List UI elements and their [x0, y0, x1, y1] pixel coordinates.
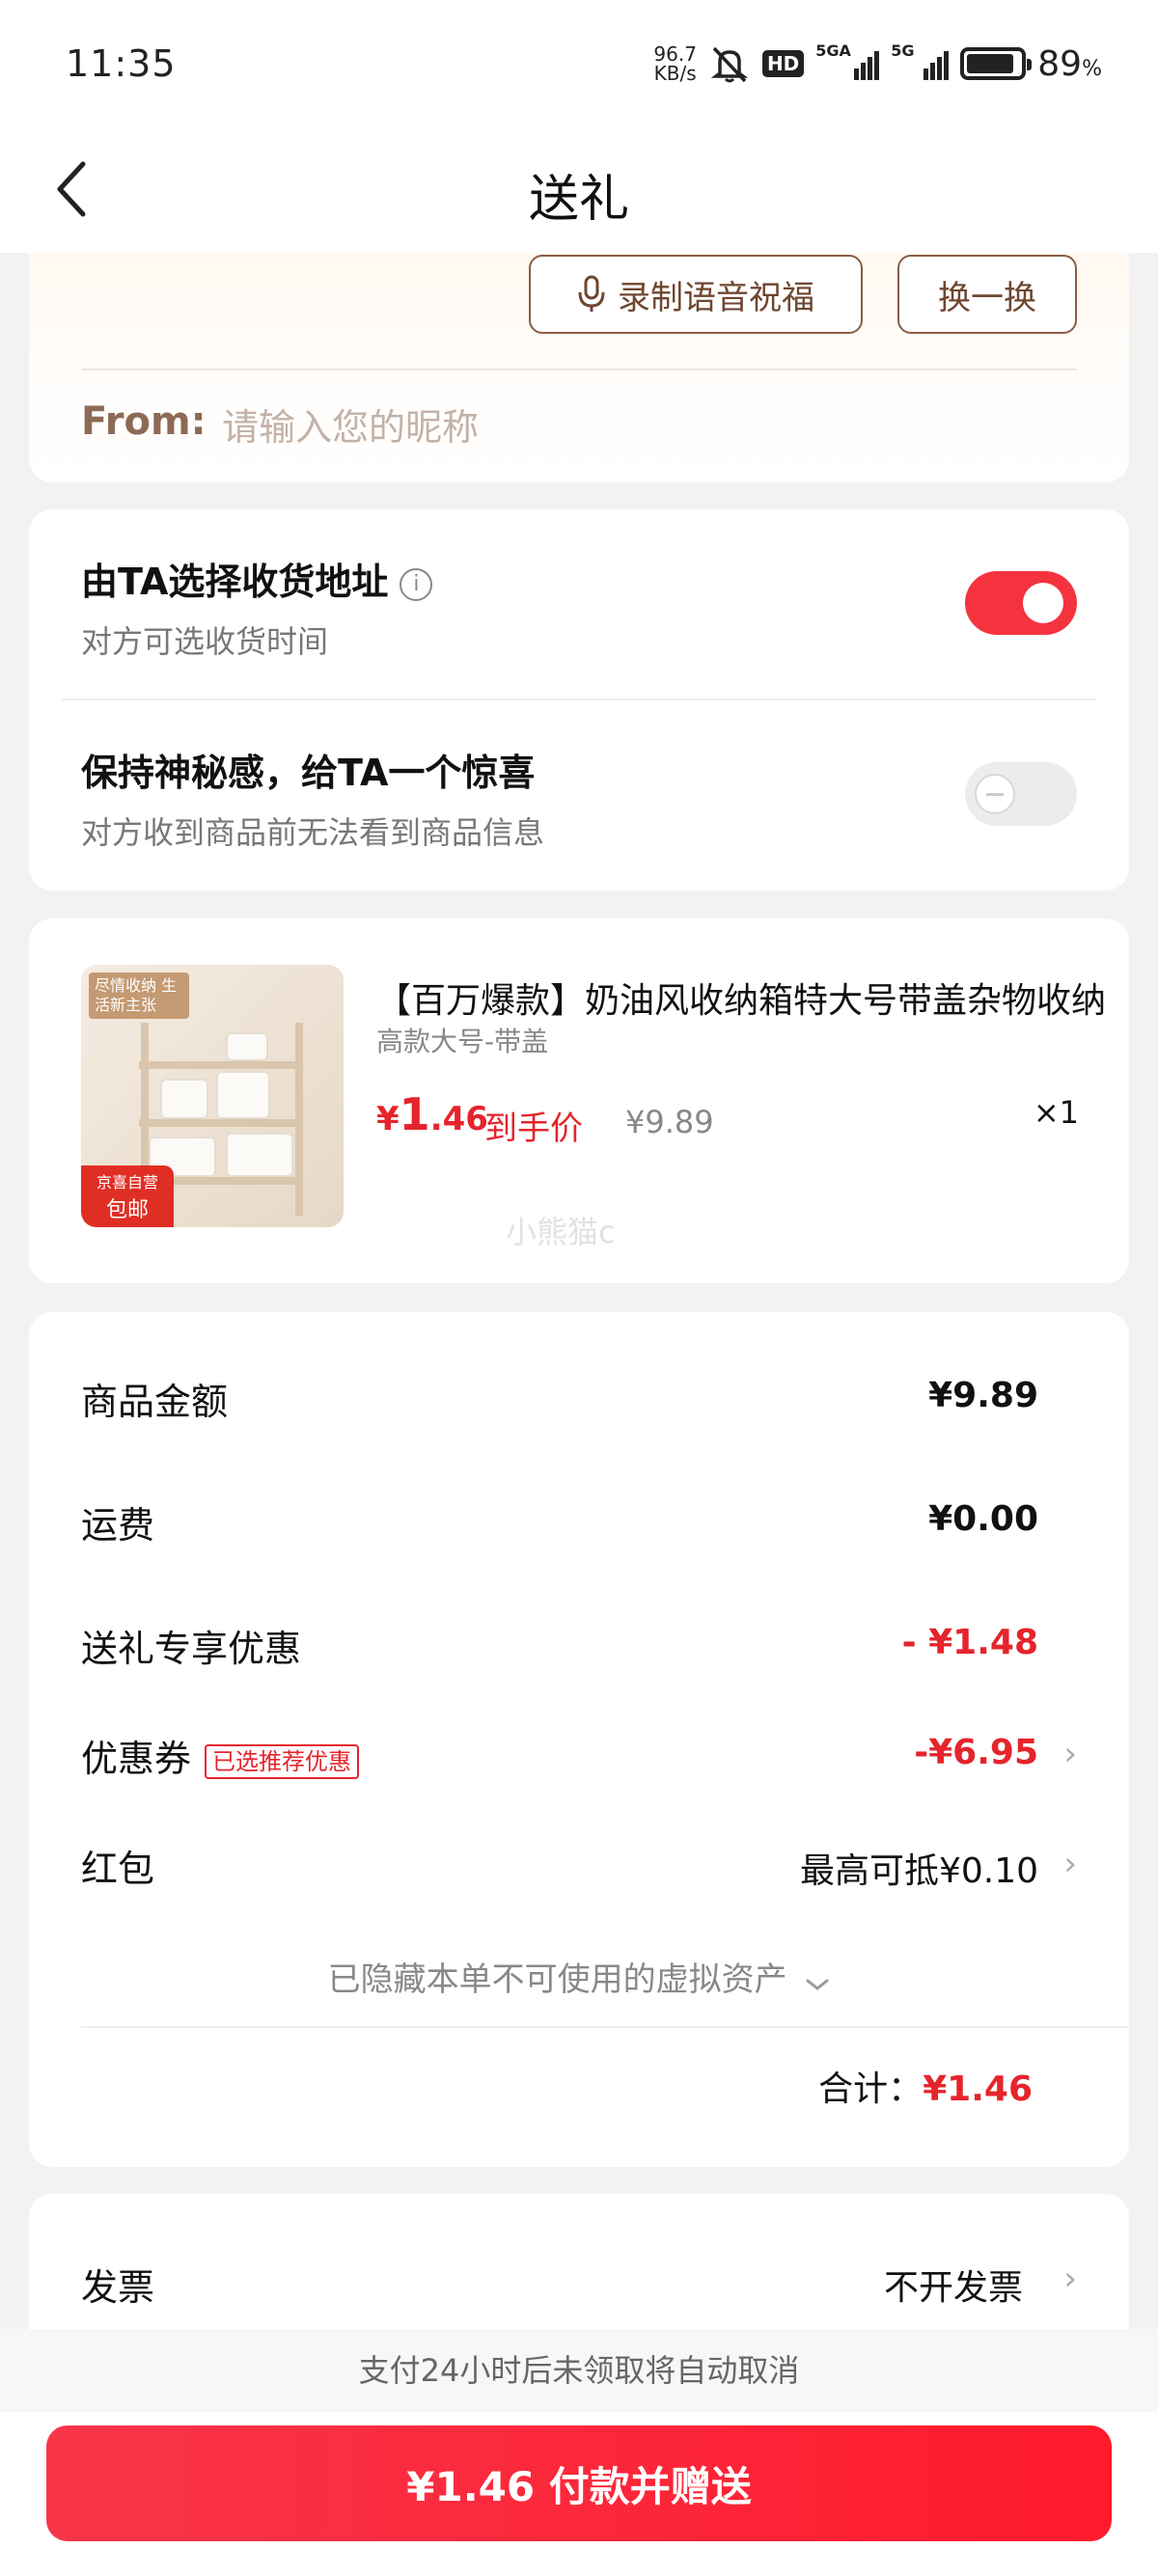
chevron-right-icon: › [1063, 2260, 1077, 2298]
address-toggle[interactable] [965, 571, 1077, 635]
microphone-icon [578, 275, 605, 312]
order-total: 合计：¥1.46 [818, 2069, 1033, 2109]
battery-icon [960, 47, 1033, 80]
chevron-right-icon: › [1063, 1845, 1077, 1883]
product-title[interactable]: 【百万爆款】奶油风收纳箱特大号带盖杂物收纳 [376, 973, 1110, 1023]
mystery-option-subtitle: 对方收到商品前无法看到商品信息 [81, 814, 545, 851]
items-amount-row: 商品金额 ¥9.89 [81, 1376, 1038, 1423]
signal-5g-icon: 5G [891, 41, 950, 80]
record-voice-button[interactable]: 录制语音祝福 [529, 255, 863, 334]
mystery-option-title: 保持神秘感，给TA一个惊喜 [81, 752, 536, 794]
battery-percent: 89% [1037, 43, 1102, 84]
mute-icon [708, 44, 751, 83]
divider [81, 369, 1077, 370]
shipping-amount: ¥0.00 [928, 1499, 1038, 1539]
mystery-toggle[interactable] [965, 762, 1077, 826]
address-option-title: 由TA选择收货地址 i [81, 552, 433, 605]
gift-discount-amount: - ¥1.48 [901, 1623, 1038, 1662]
price-label: 到手价 [484, 1110, 583, 1148]
original-price: ¥9.89 [625, 1104, 714, 1140]
divider [81, 2026, 1129, 2028]
from-label: From: [81, 399, 207, 444]
status-bar: 11:35 96.7 KB/s HD 5GA 5G 89% [0, 0, 1158, 125]
invoice-card[interactable]: 发票 不开发票 › [29, 2194, 1129, 2339]
product-spec: 高款大号-带盖 [376, 1026, 549, 1057]
product-quantity: ×1 [1033, 1094, 1079, 1131]
net-speed: 96.7 KB/s [653, 42, 697, 85]
bottom-bar: 支付24小时后未领取将自动取消 ¥1.46 付款并赠送 [0, 2329, 1158, 2576]
hd-icon: HD [761, 50, 805, 77]
pay-and-gift-button[interactable]: ¥1.46 付款并赠送 [46, 2425, 1112, 2541]
watermark: 小熊猫c [506, 1214, 616, 1250]
product-price: ¥1.46 [376, 1088, 488, 1140]
swap-greeting-button[interactable]: 换一换 [897, 255, 1077, 334]
greeting-card: 录制语音祝福 换一换 From: 请输入您的昵称 [29, 253, 1129, 482]
nickname-input[interactable]: 请输入您的昵称 [222, 397, 479, 451]
signal-5ga-icon: 5GA [815, 41, 880, 80]
red-packet-row[interactable]: 红包 最高可抵¥0.10 › [81, 1839, 1077, 1897]
hidden-assets-toggle[interactable]: 已隐藏本单不可使用的虚拟资产 [29, 1953, 1129, 2001]
status-time: 11:35 [66, 42, 177, 85]
page-title: 送礼 [528, 171, 629, 229]
address-option-subtitle: 对方可选收货时间 [81, 623, 329, 660]
image-tag: 尽情收纳 生活新主张 [89, 973, 189, 1019]
gift-options-card: 由TA选择收货地址 i 对方可选收货时间 保持神秘感，给TA一个惊喜 对方收到商品… [29, 509, 1129, 891]
coupon-amount: -¥6.95 [914, 1733, 1038, 1772]
product-image[interactable]: 尽情收纳 生活新主张 京喜自营 包邮 [81, 965, 344, 1227]
auto-cancel-note: 支付24小时后未领取将自动取消 [0, 2329, 1158, 2412]
red-packet-value: 最高可抵¥0.10 [799, 1851, 1038, 1891]
coupon-row[interactable]: 优惠券 已选推荐优惠 -¥6.95 › [81, 1729, 1077, 1787]
invoice-value: 不开发票 [883, 2268, 1023, 2308]
order-summary-card: 商品金额 ¥9.89 运费 ¥0.00 送礼专享优惠 - ¥1.48 优惠券 已选… [29, 1312, 1129, 2167]
invoice-label: 发票 [81, 2266, 155, 2309]
chevron-down-icon [805, 1962, 830, 2001]
status-icons: 96.7 KB/s HD 5GA 5G 89% [653, 41, 1102, 85]
nav-bar: 送礼 [0, 125, 1158, 253]
info-icon[interactable]: i [400, 567, 433, 601]
gift-discount-row: 送礼专享优惠 - ¥1.48 [81, 1623, 1038, 1670]
coupon-badge: 已选推荐优惠 [205, 1743, 360, 1779]
shipping-row: 运费 ¥0.00 [81, 1499, 1038, 1547]
items-amount: ¥9.89 [928, 1376, 1038, 1415]
self-operated-badge: 京喜自营 包邮 [81, 1165, 174, 1227]
divider [62, 699, 1096, 700]
product-card[interactable]: 尽情收纳 生活新主张 京喜自营 包邮 【百万爆款】奶油风收纳箱特大号带盖杂物收纳… [29, 918, 1129, 1283]
chevron-right-icon: › [1063, 1735, 1077, 1773]
